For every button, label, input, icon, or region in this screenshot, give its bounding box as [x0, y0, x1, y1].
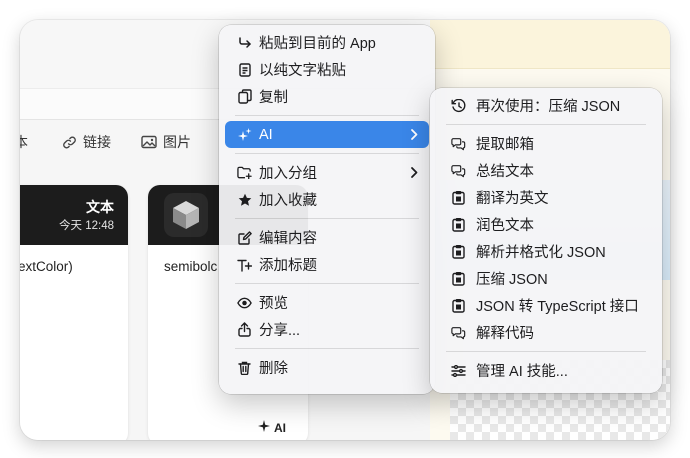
menu-separator — [446, 351, 646, 352]
clipboard-icon — [451, 217, 466, 232]
menu-item-paste-plain[interactable]: 以纯文字粘贴 — [225, 56, 429, 83]
chat-bubbles-icon — [451, 325, 466, 340]
menu-separator — [235, 153, 419, 154]
menu-item-preview[interactable]: 预览 — [225, 289, 429, 316]
submenu-item-manage-skills[interactable]: 管理 AI 技能... — [436, 357, 656, 384]
chevron-right-icon — [409, 166, 419, 179]
submenu-item-extract-email[interactable]: 提取邮箱 — [436, 130, 656, 157]
folder-add-icon — [237, 165, 252, 180]
menu-separator — [446, 124, 646, 125]
clipboard-icon — [451, 271, 466, 286]
menu-separator — [235, 218, 419, 219]
menu-item-add-title[interactable]: 添加标题 — [225, 251, 429, 278]
menu-item-label: 以纯文字粘贴 — [259, 63, 346, 79]
menu-item-label: 预览 — [259, 296, 288, 312]
menu-separator — [235, 348, 419, 349]
menu-item-edit[interactable]: 编辑内容 — [225, 224, 429, 251]
sparkle-icon — [237, 127, 252, 142]
filter-link[interactable]: 链接 — [62, 132, 111, 152]
menu-item-label: 解释代码 — [476, 326, 534, 342]
filter-label: 本 — [20, 134, 28, 150]
context-menu: 粘贴到目前的 App 以纯文字粘贴 复制 AI 加入分组 加入收藏 编辑内容 添… — [219, 25, 435, 394]
menu-item-label: 加入收藏 — [259, 193, 317, 209]
submenu-item-compress-json[interactable]: 压缩 JSON — [436, 265, 656, 292]
menu-item-label: 删除 — [259, 361, 288, 377]
menu-separator — [235, 283, 419, 284]
menu-item-label: JSON 转 TypeScript 接口 — [476, 299, 639, 315]
submenu-item-explain-code[interactable]: 解释代码 — [436, 319, 656, 346]
menu-item-share[interactable]: 分享... — [225, 316, 429, 343]
plain-text-icon — [237, 62, 252, 77]
clipboard-icon — [451, 190, 466, 205]
menu-item-label: 润色文本 — [476, 218, 534, 234]
chat-bubbles-icon — [451, 163, 466, 178]
ai-submenu: 再次使用：压缩 JSON 提取邮箱 总结文本 翻译为英文 润色文本 解析并格式化… — [430, 88, 662, 393]
clip-card-text[interactable]: 文本 今天 12:48 extColor) — [20, 185, 128, 440]
menu-item-label: AI — [259, 126, 273, 143]
sparkle-icon — [258, 420, 270, 435]
menu-item-label: 总结文本 — [476, 164, 534, 180]
menu-item-label: 提取邮箱 — [476, 137, 534, 153]
menu-item-label: 复制 — [259, 90, 288, 106]
chevron-right-icon — [409, 128, 419, 141]
menu-item-ai[interactable]: AI — [225, 121, 429, 148]
menu-item-label: 加入分组 — [259, 166, 317, 182]
clipboard-icon — [451, 244, 466, 259]
sliders-icon — [451, 363, 466, 378]
menu-item-copy[interactable]: 复制 — [225, 83, 429, 110]
card-header: 文本 今天 12:48 — [20, 185, 128, 245]
filter-text[interactable]: 本 — [20, 132, 28, 152]
submenu-item-reuse[interactable]: 再次使用：压缩 JSON — [436, 92, 656, 119]
filter-image[interactable]: 图片 — [141, 132, 191, 152]
paste-to-app-icon — [237, 35, 252, 50]
menu-item-label: 分享... — [259, 323, 301, 339]
trash-icon — [237, 360, 252, 375]
submenu-item-summarize[interactable]: 总结文本 — [436, 157, 656, 184]
menu-item-label: 管理 AI 技能... — [476, 364, 568, 380]
menu-item-label: 编辑内容 — [259, 231, 317, 247]
menu-item-label: 添加标题 — [259, 258, 317, 274]
menu-item-add-favorite[interactable]: 加入收藏 — [225, 186, 429, 213]
filter-label: 链接 — [83, 134, 111, 150]
ai-tag-label: AI — [274, 420, 286, 435]
submenu-item-polish[interactable]: 润色文本 — [436, 211, 656, 238]
star-icon — [237, 192, 252, 207]
card-type: 文本 — [86, 199, 114, 215]
history-icon — [451, 98, 466, 113]
menu-item-label: 解析并格式化 JSON — [476, 245, 606, 261]
share-icon — [237, 322, 252, 337]
menu-separator — [235, 115, 419, 116]
detail-header — [430, 20, 670, 69]
filter-label: 图片 — [163, 134, 191, 150]
submenu-item-translate-en[interactable]: 翻译为英文 — [436, 184, 656, 211]
submenu-item-format-json[interactable]: 解析并格式化 JSON — [436, 238, 656, 265]
chat-bubbles-icon — [451, 136, 466, 151]
clipboard-icon — [451, 298, 466, 313]
card-time: 今天 12:48 — [59, 220, 114, 232]
menu-item-label: 压缩 JSON — [476, 272, 548, 288]
menu-item-label: 再次使用：压缩 JSON — [476, 99, 621, 115]
card-content: extColor) — [20, 259, 73, 274]
submenu-item-json-to-ts[interactable]: JSON 转 TypeScript 接口 — [436, 292, 656, 319]
menu-item-delete[interactable]: 删除 — [225, 354, 429, 381]
copy-icon — [237, 89, 252, 104]
add-title-icon — [237, 257, 252, 272]
card-ai-tag: AI — [258, 420, 286, 435]
link-icon — [62, 135, 77, 150]
menu-item-paste-to-app[interactable]: 粘贴到目前的 App — [225, 29, 429, 56]
image-icon — [141, 135, 157, 149]
menu-item-label: 翻译为英文 — [476, 191, 549, 207]
menu-item-label: 粘贴到目前的 App — [259, 36, 376, 52]
eye-icon — [237, 295, 252, 310]
edit-icon — [237, 230, 252, 245]
menu-item-add-to-group[interactable]: 加入分组 — [225, 159, 429, 186]
app-cube-icon — [164, 193, 208, 237]
